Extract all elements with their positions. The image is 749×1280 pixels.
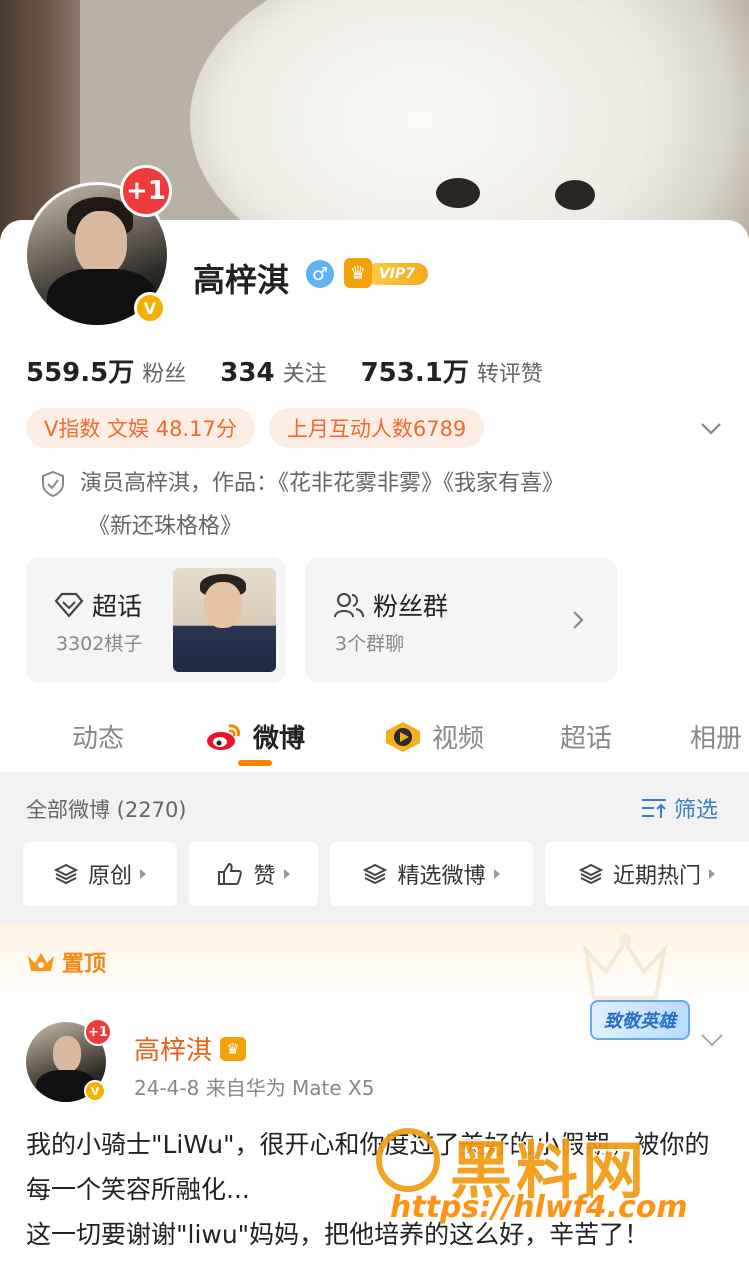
chip-arrow-icon: [709, 869, 715, 879]
tab-video[interactable]: 视频: [384, 718, 484, 755]
fan-group-title: 粉丝群: [373, 592, 449, 621]
post-author-name[interactable]: 高梓淇 ♛: [134, 1030, 247, 1067]
intro-text-line2: 《新还珠格格》: [88, 514, 243, 539]
filter-icon: [642, 799, 666, 818]
filter-button[interactable]: 筛选: [640, 792, 718, 824]
tab-active-indicator: [238, 760, 272, 766]
stat-followers[interactable]: 559.5 万 粉丝: [26, 352, 186, 389]
chip-arrow-icon: [283, 869, 290, 879]
fan-group-card[interactable]: 粉丝群 3个群聊: [305, 557, 617, 683]
post-text[interactable]: 我的小骑士"LiWu"，很开心和你度过了美好的小假期，被你的每一个笑容所融化..…: [26, 1122, 726, 1257]
pinned-label: 置顶: [26, 946, 106, 978]
thumbs-up-icon: [218, 862, 243, 885]
profile-name: 高梓淇: [193, 261, 290, 299]
super-topic-title: 超话: [92, 592, 143, 621]
shield-icon: [42, 470, 64, 498]
super-topic-sub: 3302棋子: [56, 633, 143, 655]
story-plus-badge[interactable]: +1: [120, 165, 172, 217]
profile-tabs: 动态 微博 视频 超话 相册: [0, 708, 749, 772]
pinned-bar: 置顶: [0, 924, 749, 1000]
post-verified-badge: V: [84, 1080, 106, 1102]
tab-weibo[interactable]: 微博: [205, 718, 305, 755]
post-story-plus-badge: +1: [84, 1018, 112, 1046]
chip-arrow-icon: [140, 869, 146, 879]
layers-icon: [363, 863, 388, 885]
profile-pills: V指数 文娱 48.17分 上月互动人数6789: [26, 408, 498, 448]
cover-dog-eye-right: [555, 180, 595, 210]
interaction-count-pill[interactable]: 上月互动人数6789: [268, 408, 485, 448]
layers-icon: [53, 863, 78, 885]
intro-text-line1: 演员高梓淇，作品：《花非花雾非雾》《我家有喜》: [80, 471, 565, 496]
feed-filter-area: 全部微博 (2270) 筛选 原创 赞 精选微博 近期热门: [0, 772, 749, 924]
profile-stats: 559.5 万 粉丝 334 关注 753.1 万 转评赞: [26, 352, 577, 389]
chevron-down-icon[interactable]: [700, 417, 722, 439]
tab-dynamics[interactable]: 动态: [72, 718, 124, 755]
weibo-logo-icon: [207, 723, 240, 750]
stat-following[interactable]: 334 关注: [220, 356, 326, 388]
crown-icon: [28, 953, 54, 971]
stat-likes[interactable]: 753.1 万 转评赞: [361, 352, 543, 389]
chevron-right-icon: [573, 611, 584, 629]
vip-level-label: VIP7: [366, 263, 428, 285]
fan-group-sub: 3个群聊: [335, 633, 405, 655]
tab-album[interactable]: 相册: [690, 718, 742, 755]
chip-arrow-icon: [493, 869, 500, 879]
chip-like[interactable]: 赞: [189, 842, 318, 906]
all-weibo-count: 全部微博 (2270): [26, 798, 187, 822]
v-index-pill[interactable]: V指数 文娱 48.17分: [26, 408, 255, 448]
super-topic-thumbnail[interactable]: [173, 568, 276, 672]
diamond-icon: [54, 592, 84, 618]
vip-crown-icon: ♛: [344, 258, 372, 288]
group-people-icon: [334, 593, 364, 618]
gender-male-icon: ♂: [306, 260, 334, 288]
cover-dog-eye-left: [436, 178, 480, 208]
vip-badge[interactable]: VIP7 ♛: [344, 258, 428, 288]
chip-featured[interactable]: 精选微博: [330, 842, 533, 906]
layers-icon: [578, 863, 603, 885]
crown-decoration-icon: [582, 934, 668, 1000]
hero-tribute-badge: 致敬英雄: [590, 1000, 690, 1040]
verified-v-badge: V: [134, 292, 166, 324]
chip-original[interactable]: 原创: [23, 842, 177, 906]
post-meta: 24-4-8 来自华为 Mate X5: [134, 1076, 375, 1100]
chip-trending[interactable]: 近期热门: [545, 842, 749, 906]
video-play-icon: [386, 721, 420, 752]
tab-super-topic[interactable]: 超话: [560, 718, 612, 755]
vip-crown-icon: ♛: [220, 1036, 247, 1061]
post-more-chevron-icon[interactable]: [700, 1032, 724, 1048]
